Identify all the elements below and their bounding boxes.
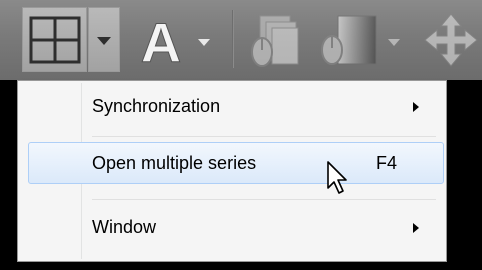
- chevron-down-icon: [198, 39, 210, 46]
- menu-item-label: Synchronization: [92, 96, 221, 116]
- layout-context-menu: Synchronization Open multiple series F4 …: [17, 80, 447, 262]
- submenu-arrow-icon: [413, 223, 419, 233]
- menu-item-shortcut: F4: [376, 153, 398, 173]
- toolbar: A: [0, 0, 482, 80]
- menu-item-label: Open multiple series: [92, 153, 257, 173]
- stack-button[interactable]: [244, 10, 302, 70]
- letter-a-icon: A: [140, 11, 181, 75]
- menu-separator: [92, 136, 436, 137]
- annotations-button[interactable]: A: [132, 10, 190, 75]
- layout-dropdown-button[interactable]: [88, 7, 120, 72]
- layout-button[interactable]: [22, 7, 87, 72]
- menu-separator: [92, 199, 436, 200]
- pan-button[interactable]: [420, 10, 482, 70]
- svg-text:A: A: [141, 11, 181, 70]
- submenu-arrow-icon: [413, 102, 419, 112]
- grid-layout-icon: [29, 16, 81, 64]
- contrast-mouse-icon: [321, 15, 377, 65]
- annotations-dropdown-button[interactable]: [190, 10, 216, 70]
- stack-series-icon: [251, 15, 299, 67]
- menu-item-open-multiple-series[interactable]: Open multiple series F4: [28, 142, 444, 184]
- menu-item-label: Window: [92, 217, 157, 237]
- move-arrows-icon: [424, 13, 478, 67]
- menu-item-window[interactable]: Window: [28, 206, 444, 248]
- mouse-cursor-icon: [327, 161, 347, 194]
- chevron-down-icon: [388, 39, 400, 46]
- window-level-dropdown-button[interactable]: [384, 10, 404, 70]
- toolbar-separator: [232, 10, 234, 68]
- window-level-button[interactable]: [316, 10, 380, 70]
- chevron-down-icon: [97, 37, 111, 45]
- menu-item-synchronization[interactable]: Synchronization: [28, 85, 444, 127]
